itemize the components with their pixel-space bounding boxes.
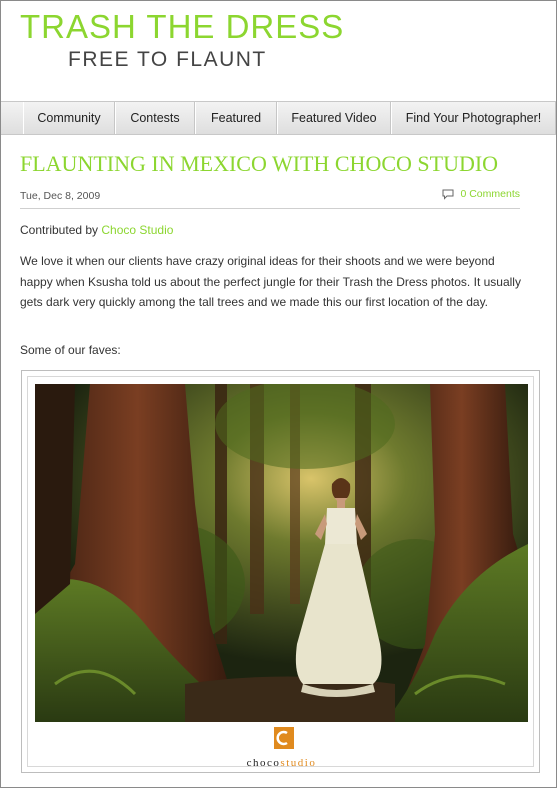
choco-studio-logo-text: chocostudio <box>28 757 535 769</box>
comments-count[interactable]: 0 Comments <box>460 188 520 200</box>
photo-inner-frame: chocostudio <box>27 376 535 769</box>
contributed-prefix: Contributed by <box>20 223 99 237</box>
photo-frame: chocostudio <box>21 370 540 773</box>
main-nav: Community Contests Featured Featured Vid… <box>1 101 556 135</box>
post-title[interactable]: FLAUNTING IN MEXICO WITH CHOCO STUDIO <box>20 153 498 175</box>
contributor-line: Contributed by Choco Studio <box>20 223 173 237</box>
comments-link[interactable]: 0 Comments <box>442 188 520 200</box>
nav-item-find-photographer[interactable]: Find Your Photographer! <box>391 102 556 134</box>
nav-item-contests[interactable]: Contests <box>115 102 195 134</box>
contributor-link[interactable]: Choco Studio <box>101 223 173 237</box>
comment-bubble-icon <box>442 189 454 200</box>
post-date: Tue, Dec 8, 2009 <box>20 190 101 202</box>
site-title[interactable]: TRASH THE DRESS <box>20 10 344 43</box>
faves-label: Some of our faves: <box>20 343 121 357</box>
wedding-photo[interactable] <box>35 384 528 722</box>
nav-item-featured-video[interactable]: Featured Video <box>277 102 391 134</box>
nav-item-community[interactable]: Community <box>23 102 115 134</box>
divider <box>20 208 520 209</box>
choco-studio-logo-icon <box>274 727 294 749</box>
nav-item-featured[interactable]: Featured <box>195 102 277 134</box>
post-paragraph: We love it when our clients have crazy o… <box>20 254 521 309</box>
logo-text-choco: choco <box>246 757 281 769</box>
logo-text-studio: studio <box>280 757 317 769</box>
site-tagline: FREE TO FLAUNT <box>68 48 267 71</box>
